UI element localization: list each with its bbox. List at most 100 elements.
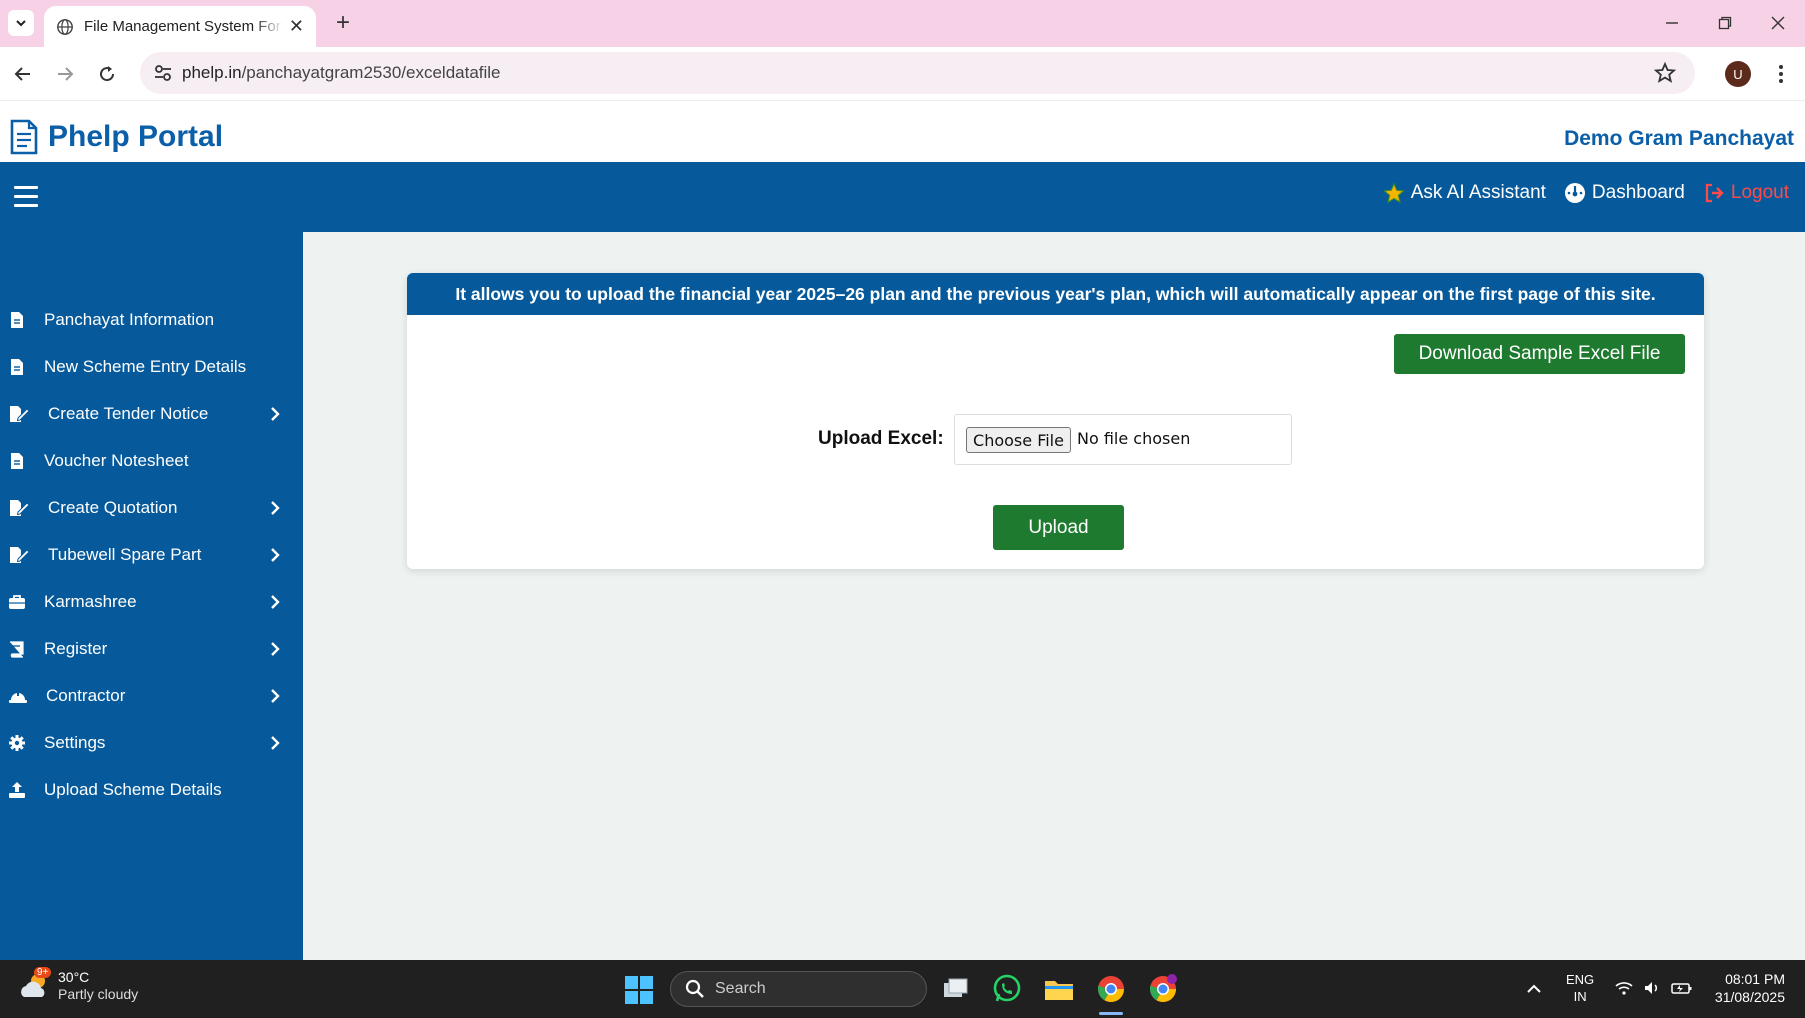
sidebar-item-create-quotation[interactable]: Create Quotation [0,488,303,528]
logout-label: Logout [1730,182,1789,203]
url-path: /panchayatgram2530/exceldatafile [241,63,501,82]
chevron-right-icon [271,736,280,750]
whatsapp-icon[interactable] [991,973,1023,1005]
task-view-icon[interactable] [940,973,972,1005]
ask-ai-link[interactable]: Ask AI Assistant [1382,182,1546,204]
tab-search-button[interactable] [8,10,34,36]
region-code: IN [1573,989,1587,1004]
sidebar-item-label: Tubewell Spare Part [48,545,202,564]
sidebar-item-upload-scheme-details[interactable]: Upload Scheme Details [0,770,303,810]
edit-icon [10,406,30,422]
sidebar-item-label: Settings [44,733,106,752]
forward-button[interactable] [50,59,80,89]
sidebar-item-tubewell-spare-part[interactable]: Tubewell Spare Part [0,535,303,575]
tab-close-icon[interactable]: ✕ [289,16,304,37]
restore-icon [1718,16,1732,30]
site-header: Phelp Portal Demo Gram Panchayat [0,101,1805,162]
document-icon [10,119,38,155]
sidebar-item-label: Panchayat Information [44,310,215,329]
upload-card: It allows you to upload the financial ye… [407,273,1704,569]
chevron-right-icon [271,407,280,421]
browser-menu-button[interactable] [1768,61,1794,87]
browser-tab-active[interactable]: File Management System For Gram Panchaya… [44,6,316,47]
sidebar-item-label: Contractor [46,686,126,705]
info-banner: It allows you to upload the financial ye… [407,273,1704,315]
sidebar-item-settings[interactable]: Settings [0,723,303,763]
arrow-left-icon [14,67,30,81]
battery-icon[interactable] [1671,979,1693,997]
file-input[interactable]: Choose File No file chosen [954,414,1292,465]
chevron-right-icon [271,642,280,656]
reload-icon [100,66,115,82]
clock-time: 08:01 PM [1725,971,1785,987]
upload-icon [9,782,25,798]
new-tab-button[interactable]: + [330,9,356,36]
organization-name: Demo Gram Panchayat [1564,127,1794,150]
sidebar-item-contractor[interactable]: Contractor [0,676,303,716]
volume-icon[interactable] [1643,979,1661,997]
star-icon [1382,182,1405,204]
sidebar-item-label: Karmashree [44,592,137,611]
chrome-icon[interactable] [1095,973,1127,1005]
sidebar-item-label: Create Tender Notice [48,404,209,423]
taskbar-search[interactable]: Search [670,971,927,1007]
chevron-right-icon [271,689,280,703]
windows-taskbar: 9+ 30°C Partly cloudy Search ENG IN 08:0… [0,960,1805,1018]
bookmark-star-icon[interactable] [1653,61,1677,85]
sign-out-icon [1705,183,1724,203]
sidebar-item-label: Voucher Notesheet [44,451,189,470]
sidebar-item-voucher-notesheet[interactable]: Voucher Notesheet [0,441,303,481]
main-content: It allows you to upload the financial ye… [303,232,1805,960]
sidebar-item-label: Register [44,639,108,658]
address-bar[interactable]: phelp.in/panchayatgram2530/exceldatafile [140,52,1695,94]
weather-temperature: 30°C [58,969,90,985]
file-explorer-icon[interactable] [1043,973,1075,1005]
dashboard-label: Dashboard [1591,182,1685,203]
sidebar-item-karmashree[interactable]: Karmashree [0,582,303,622]
system-clock[interactable]: 08:01 PM 31/08/2025 [1715,970,1785,1006]
file-icon [11,453,23,469]
brand-logo[interactable]: Phelp Portal [10,119,223,155]
more-vertical-icon [1779,65,1783,83]
choose-file-button[interactable]: Choose File [966,427,1071,453]
upload-button[interactable]: Upload [993,505,1124,550]
profile-avatar[interactable]: U [1725,61,1751,87]
close-window-button[interactable] [1763,10,1793,36]
restore-button[interactable] [1710,10,1740,36]
browser-tab-bar: File Management System For Gram Panchaya… [0,0,1805,47]
weather-icon: 9+ [18,967,52,1003]
site-settings-icon[interactable] [152,62,174,84]
weather-badge: 9+ [34,967,52,978]
system-tray [1615,979,1703,997]
sidebar-item-panchayat-information[interactable]: Panchayat Information [0,300,303,340]
url-host: phelp.in [182,63,242,82]
sidebar-item-register[interactable]: Register [0,629,303,669]
sidebar-item-create-tender-notice[interactable]: Create Tender Notice [0,394,303,434]
back-button[interactable] [8,59,38,89]
logout-link[interactable]: Logout [1703,182,1789,204]
arrow-right-icon [58,67,74,81]
dashboard-gauge-icon [1564,183,1585,203]
weather-widget[interactable]: 9+ 30°C Partly cloudy [18,967,139,1003]
language-indicator[interactable]: ENG IN [1566,971,1594,1005]
search-icon [685,979,704,998]
chevron-up-icon[interactable] [1525,980,1543,998]
sidebar-item-label: Create Quotation [48,498,178,517]
brand-title: Phelp Portal [48,120,224,153]
download-sample-button[interactable]: Download Sample Excel File [1394,334,1685,374]
minimize-button[interactable] [1657,10,1687,36]
dashboard-link[interactable]: Dashboard [1564,182,1685,204]
gear-icon [9,735,25,751]
chrome-profile-icon[interactable] [1147,973,1179,1005]
hamburger-menu-icon[interactable] [14,186,38,208]
reload-button[interactable] [92,59,122,89]
windows-start-icon[interactable] [624,975,654,1005]
clock-date: 31/08/2025 [1714,989,1785,1005]
wifi-icon[interactable] [1615,979,1633,997]
chevron-right-icon [271,548,280,562]
hardhat-icon [9,691,27,703]
weather-description: Partly cloudy [58,986,139,1002]
sidebar-item-new-scheme-entry[interactable]: New Scheme Entry Details [0,347,303,387]
sidebar-item-label: Upload Scheme Details [44,780,222,799]
ask-ai-label: Ask AI Assistant [1410,182,1546,203]
